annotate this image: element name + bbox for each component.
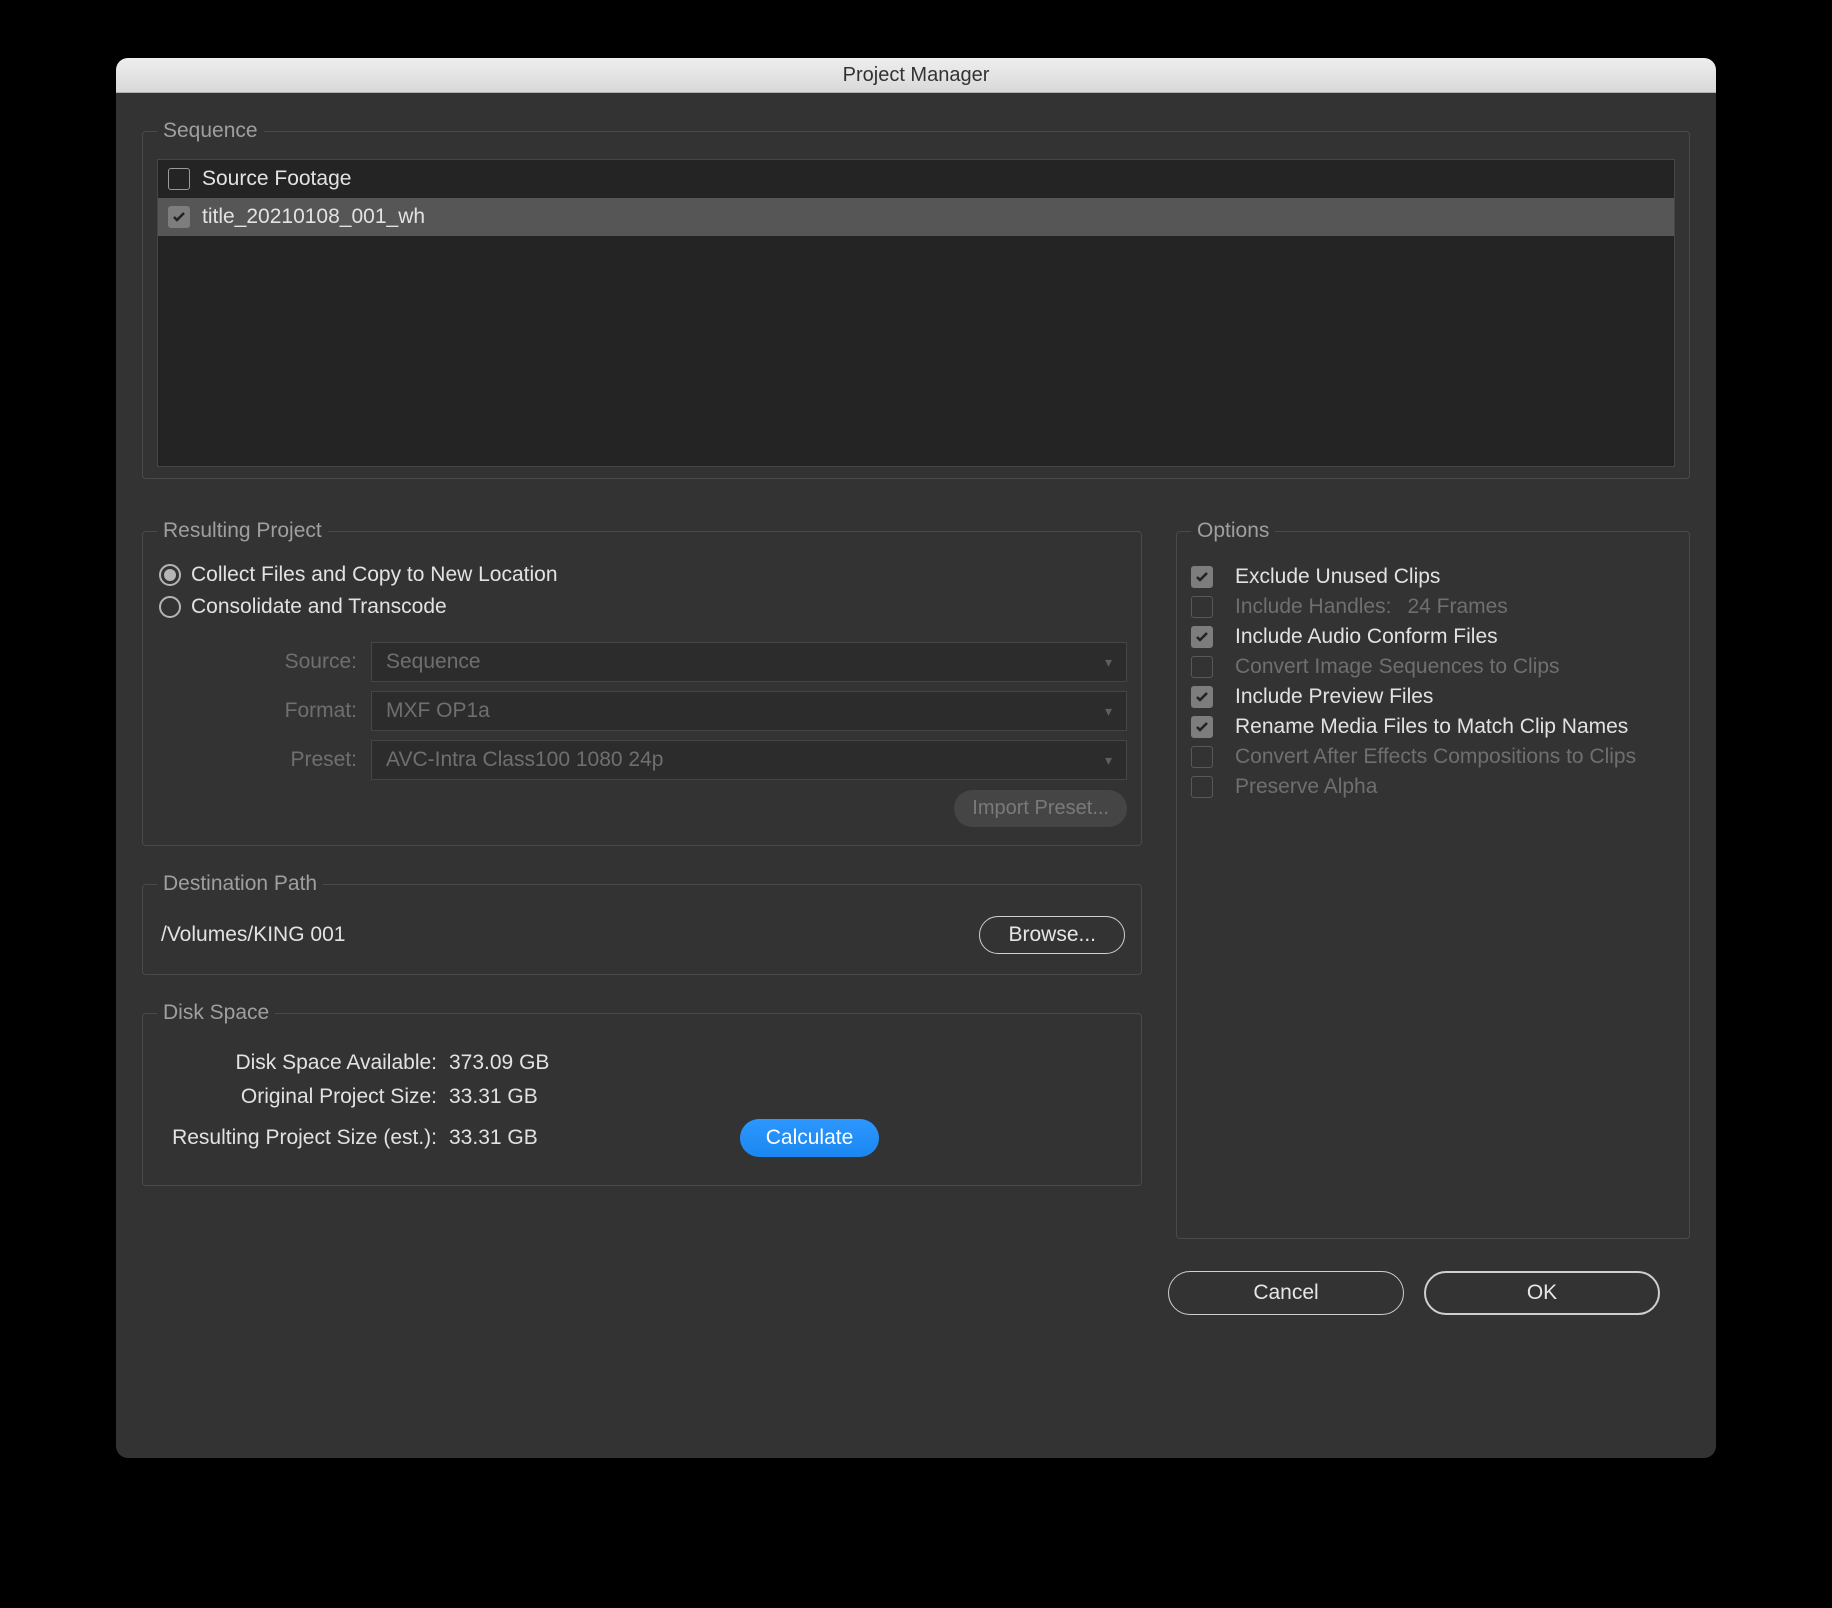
option-label: Exclude Unused Clips [1235, 565, 1440, 589]
resulting-legend: Resulting Project [157, 519, 328, 543]
cancel-button[interactable]: Cancel [1168, 1271, 1404, 1315]
sequence-row[interactable]: Source Footage [158, 160, 1674, 198]
disk-original-value: 33.31 GB [449, 1085, 538, 1109]
disk-available-value: 373.09 GB [449, 1051, 549, 1075]
preset-value: AVC-Intra Class100 1080 24p [386, 748, 663, 772]
destination-path: /Volumes/KING 001 [161, 923, 345, 947]
checkbox-icon [1191, 746, 1213, 768]
title-bar: Project Manager [116, 58, 1716, 93]
option-row: Convert After Effects Compositions to Cl… [1191, 745, 1675, 769]
preset-select: AVC-Intra Class100 1080 24p ▾ [371, 740, 1127, 780]
sequence-item-label: Source Footage [202, 167, 351, 191]
radio-label: Collect Files and Copy to New Location [191, 563, 558, 587]
window-title: Project Manager [843, 64, 990, 87]
browse-button[interactable]: Browse... [979, 916, 1125, 954]
chevron-down-icon: ▾ [1105, 752, 1112, 769]
option-suffix: 24 Frames [1407, 595, 1507, 619]
checkbox-icon [1191, 656, 1213, 678]
destination-fieldset: Destination Path /Volumes/KING 001 Brows… [142, 872, 1142, 975]
resulting-project-fieldset: Resulting Project Collect Files and Copy… [142, 519, 1142, 846]
option-label: Include Handles: [1235, 595, 1391, 619]
ok-button[interactable]: OK [1424, 1271, 1660, 1315]
radio-transcode[interactable]: Consolidate and Transcode [159, 595, 1127, 619]
checkbox-icon[interactable] [1191, 566, 1213, 588]
option-row[interactable]: Rename Media Files to Match Clip Names [1191, 715, 1675, 739]
sequence-list[interactable]: Source Footage title_20210108_001_wh [157, 159, 1675, 467]
format-select: MXF OP1a ▾ [371, 691, 1127, 731]
source-select: Sequence ▾ [371, 642, 1127, 682]
checkbox-icon [1191, 776, 1213, 798]
disk-original-label: Original Project Size: [157, 1085, 437, 1109]
calculate-button[interactable]: Calculate [740, 1119, 880, 1157]
import-preset-button: Import Preset... [954, 790, 1127, 827]
option-label: Preserve Alpha [1235, 775, 1377, 799]
checkbox-icon[interactable] [168, 206, 190, 228]
radio-label: Consolidate and Transcode [191, 595, 447, 619]
chevron-down-icon: ▾ [1105, 654, 1112, 671]
options-fieldset: Options Exclude Unused Clips Include Hand… [1176, 519, 1690, 1239]
checkbox-icon[interactable] [1191, 716, 1213, 738]
disk-resulting-label: Resulting Project Size (est.): [157, 1126, 437, 1150]
format-label: Format: [217, 699, 357, 723]
checkbox-icon[interactable] [1191, 686, 1213, 708]
options-legend: Options [1191, 519, 1275, 543]
chevron-down-icon: ▾ [1105, 703, 1112, 720]
sequence-legend: Sequence [157, 119, 264, 143]
radio-collect[interactable]: Collect Files and Copy to New Location [159, 563, 1127, 587]
option-row: Convert Image Sequences to Clips [1191, 655, 1675, 679]
disk-space-fieldset: Disk Space Disk Space Available: 373.09 … [142, 1001, 1142, 1186]
option-row[interactable]: Exclude Unused Clips [1191, 565, 1675, 589]
radio-icon[interactable] [159, 564, 181, 586]
disk-legend: Disk Space [157, 1001, 275, 1025]
option-row[interactable]: Include Preview Files [1191, 685, 1675, 709]
option-label: Include Preview Files [1235, 685, 1433, 709]
option-label: Include Audio Conform Files [1235, 625, 1498, 649]
option-row: Preserve Alpha [1191, 775, 1675, 799]
source-value: Sequence [386, 650, 481, 674]
checkbox-icon[interactable] [168, 168, 190, 190]
radio-icon[interactable] [159, 596, 181, 618]
destination-legend: Destination Path [157, 872, 323, 896]
preset-label: Preset: [217, 748, 357, 772]
option-label: Convert Image Sequences to Clips [1235, 655, 1560, 679]
source-label: Source: [217, 650, 357, 674]
checkbox-icon[interactable] [1191, 626, 1213, 648]
project-manager-window: Project Manager Sequence Source Footage … [116, 58, 1716, 1458]
option-row: Include Handles: 24 Frames [1191, 595, 1675, 619]
checkbox-icon [1191, 596, 1213, 618]
sequence-fieldset: Sequence Source Footage title_20210108_0… [142, 119, 1690, 479]
option-row[interactable]: Include Audio Conform Files [1191, 625, 1675, 649]
sequence-row[interactable]: title_20210108_001_wh [158, 198, 1674, 236]
disk-resulting-value: 33.31 GB [449, 1126, 538, 1150]
disk-available-label: Disk Space Available: [157, 1051, 437, 1075]
sequence-item-label: title_20210108_001_wh [202, 205, 425, 229]
option-label: Rename Media Files to Match Clip Names [1235, 715, 1628, 739]
format-value: MXF OP1a [386, 699, 490, 723]
option-label: Convert After Effects Compositions to Cl… [1235, 745, 1636, 769]
